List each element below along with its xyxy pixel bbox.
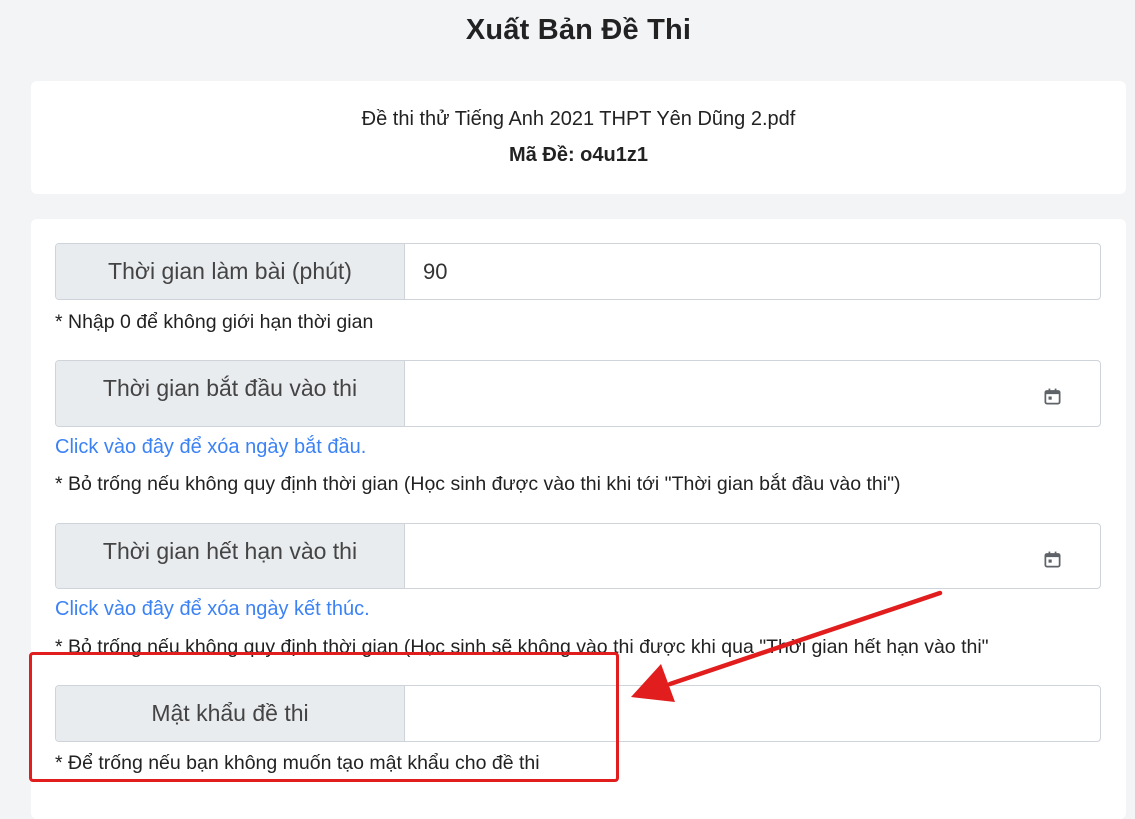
page-title: Xuất Bản Đề Thi [465, 14, 692, 46]
calendar-icon[interactable] [1043, 387, 1062, 406]
clear-start-date-link[interactable]: Click vào đây để xóa ngày bắt đầu. [55, 436, 366, 459]
annotation-highlight-box [29, 652, 619, 782]
duration-label: Thời gian làm bài (phút) [56, 244, 405, 299]
duration-note: * Nhập 0 để không giới hạn thời gian [55, 311, 374, 333]
start-time-input[interactable] [405, 361, 1100, 426]
duration-input-group: Thời gian làm bài (phút) [55, 243, 1101, 300]
end-time-label: Thời gian hết hạn vào thi [56, 524, 405, 588]
clear-end-date-link[interactable]: Click vào đây để xóa ngày kết thúc. [55, 598, 370, 621]
duration-input[interactable] [405, 244, 1100, 299]
calendar-icon[interactable] [1043, 550, 1062, 569]
exam-code: Mã Đề: o4u1z1 [509, 144, 648, 166]
end-time-input-group: Thời gian hết hạn vào thi [55, 523, 1101, 589]
start-time-input-group: Thời gian bắt đầu vào thi [55, 360, 1101, 427]
start-time-note: * Bỏ trống nếu không quy định thời gian … [55, 473, 901, 495]
file-info-card: Đề thi thử Tiếng Anh 2021 THPT Yên Dũng … [31, 81, 1126, 194]
start-time-label: Thời gian bắt đầu vào thi [56, 361, 405, 426]
end-time-input[interactable] [405, 524, 1100, 588]
file-name: Đề thi thử Tiếng Anh 2021 THPT Yên Dũng … [361, 108, 796, 130]
